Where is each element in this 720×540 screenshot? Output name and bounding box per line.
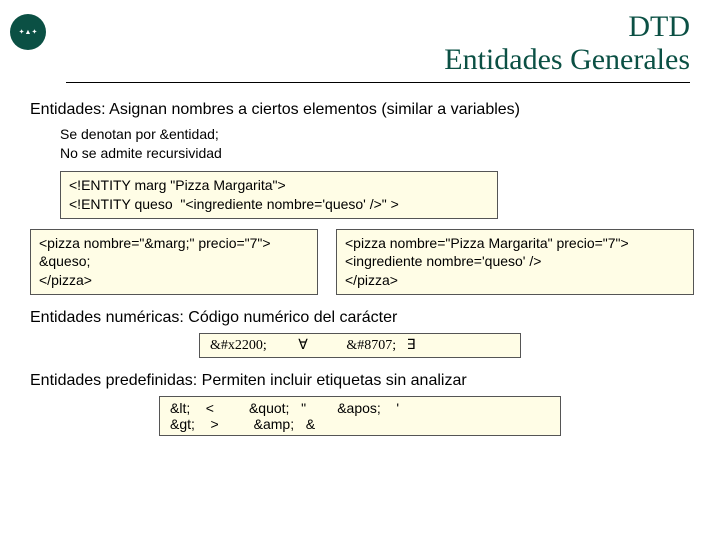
- predefined-entities-heading: Entidades predefinidas: Permiten incluir…: [30, 372, 690, 390]
- numeric-entities-box: &#x2200; ∀ &#8707; ∃: [199, 333, 521, 358]
- expanded-xml-box: <pizza nombre="Pizza Margarita" precio="…: [336, 229, 694, 296]
- slide-title: DTD Entidades Generales: [66, 10, 690, 83]
- predefined-entities-box: &lt; < &quot; " &apos; ' &gt; > &amp; &: [159, 396, 561, 436]
- numeric-entities-heading: Entidades numéricas: Código numérico del…: [30, 309, 690, 327]
- sub-text-2: No se admite recursividad: [60, 144, 690, 163]
- entity-definition-box: <!ENTITY marg "Pizza Margarita"> <!ENTIT…: [60, 171, 498, 219]
- intro-text: Entidades: Asignan nombres a ciertos ele…: [30, 101, 690, 119]
- title-line-2: Entidades Generales: [66, 43, 690, 76]
- source-xml-box: <pizza nombre="&marg;" precio="7"> &ques…: [30, 229, 318, 296]
- title-line-1: DTD: [66, 10, 690, 43]
- sub-text-1: Se denotan por &entidad;: [60, 125, 690, 144]
- institution-logo-icon: ✦▲✦: [10, 14, 46, 50]
